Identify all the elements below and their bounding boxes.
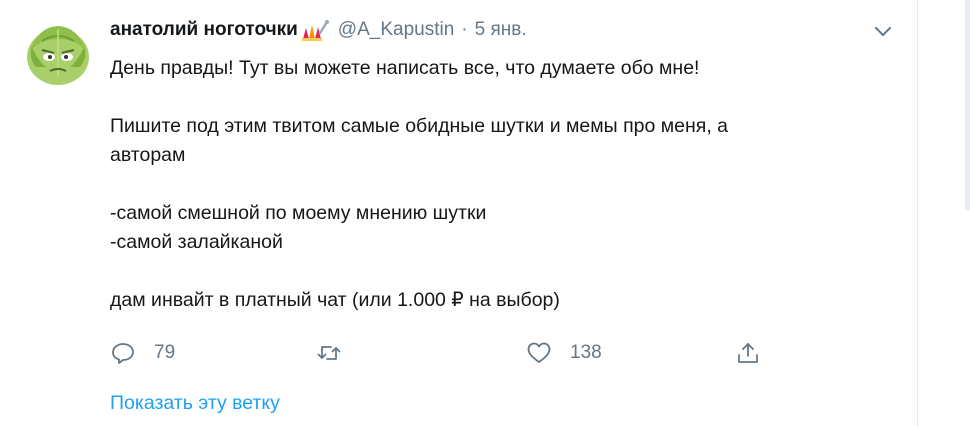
show-thread-link[interactable]: Показать эту ветку [110,392,280,415]
heart-icon [527,342,551,363]
tweet-line-blank [110,83,900,112]
tweet-line-blank [110,170,900,199]
cabbage-avatar-icon [22,17,94,89]
tweet-text: День правды! Тут вы можете написать все,… [110,54,900,315]
tweet-line: авторам [110,144,186,166]
tweet-card[interactable]: анатолий ноготочки @A_Kapustin · 5 янв. … [0,0,918,426]
retweet-icon [317,346,341,360]
like-count: 138 [570,342,602,363]
tweet-line: -самой залайканой [110,231,283,253]
chevron-down-icon[interactable] [872,20,894,42]
retweet-button[interactable] [316,336,360,370]
author-handle[interactable]: @A_Kapustin [338,19,454,41]
separator-dot: · [461,19,468,40]
like-button[interactable]: 138 [526,336,602,370]
tweet-header: анатолий ноготочки @A_Kapustin · 5 янв. [110,14,527,46]
tweet-line: День правды! Тут вы можете написать все,… [110,57,700,79]
share-button[interactable] [735,336,761,370]
avatar[interactable] [22,17,94,89]
tweet-line: Пишите под этим твитом самые обидные шут… [110,115,729,137]
author-name[interactable]: анатолий ноготочки [110,19,298,41]
tweet-line-blank [110,257,900,286]
right-panel [919,0,970,426]
tweet-line: -самой смешной по моему мнению шутки [110,202,487,224]
share-icon [738,343,758,363]
nails-emoji-icon [300,19,330,41]
reply-icon [112,343,134,364]
tweet-actions: 79 138 [110,336,790,370]
tweet-date[interactable]: 5 янв. [475,19,527,41]
scrollbar[interactable] [965,0,970,210]
reply-button[interactable]: 79 [110,336,175,370]
tweet-line: дам инвайт в платный чат (или 1.000 ₽ на… [110,289,560,311]
reply-count: 79 [154,342,176,363]
